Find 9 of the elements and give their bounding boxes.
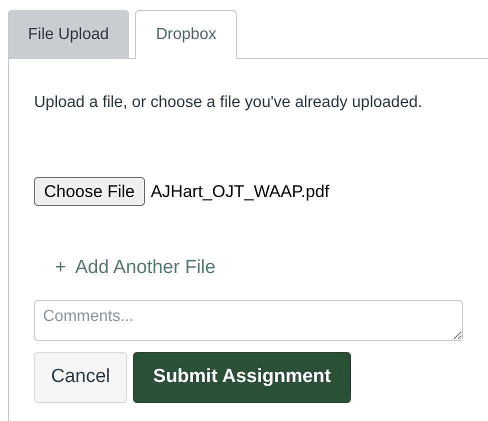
- choose-file-button[interactable]: Choose File: [34, 177, 145, 206]
- cancel-button[interactable]: Cancel: [34, 352, 128, 402]
- instructions-text: Upload a file, or choose a file you've already uploaded.: [34, 93, 424, 113]
- comments-field[interactable]: Comments...: [34, 300, 463, 340]
- file-name: AJHart_OJT_WAAP.pdf: [150, 180, 330, 203]
- submit-button[interactable]: Submit Assignment: [133, 352, 351, 402]
- add-file-link[interactable]: + Add Another File: [55, 254, 488, 282]
- tab[interactable]: Dropbox: [134, 10, 238, 59]
- tab[interactable]: File Upload: [8, 10, 129, 59]
